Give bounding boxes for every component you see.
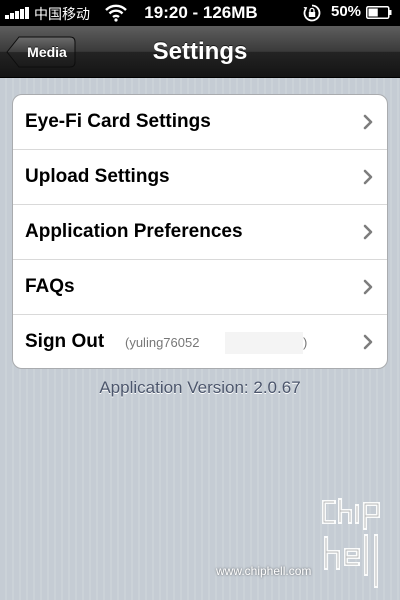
battery-percent: 50% — [331, 3, 362, 20]
row-label: Application Preferences — [25, 221, 243, 242]
page-title: Settings — [152, 38, 248, 65]
row-eye-fi-card-settings[interactable]: Eye-Fi Card Settings — [13, 95, 387, 150]
rotation-lock-icon — [303, 4, 321, 22]
row-sign-out[interactable]: Sign Out (yuling76052 ) — [13, 315, 387, 368]
row-label: Eye-Fi Card Settings — [25, 111, 211, 132]
status-bar: 中国移动 19:20 - 126MB 50% — [0, 0, 400, 26]
app-version-text: Application Version: 2.0.67 — [99, 378, 301, 397]
account-name-close: ) — [303, 335, 308, 350]
row-label: FAQs — [25, 276, 75, 297]
row-label: Sign Out — [25, 331, 105, 352]
watermark-url: www.chiphell.com — [216, 564, 312, 578]
account-name: (yuling76052 — [125, 335, 200, 350]
row-label: Upload Settings — [25, 166, 170, 187]
row-upload-settings[interactable]: Upload Settings — [13, 150, 387, 205]
battery-icon — [366, 6, 392, 19]
row-faqs[interactable]: FAQs — [13, 260, 387, 315]
chevron-right-icon — [363, 224, 373, 240]
nav-bar: Media Settings — [0, 26, 400, 78]
chevron-right-icon — [363, 169, 373, 185]
settings-table: Eye-Fi Card Settings Upload Settings App… — [12, 94, 388, 369]
chevron-right-icon — [363, 279, 373, 295]
chiphell-logo — [322, 498, 380, 588]
redacted-area — [225, 332, 303, 354]
row-application-preferences[interactable]: Application Preferences — [13, 205, 387, 260]
chevron-right-icon — [363, 334, 373, 350]
watermark: www.chiphell.com — [216, 498, 394, 594]
chevron-right-icon — [363, 114, 373, 130]
